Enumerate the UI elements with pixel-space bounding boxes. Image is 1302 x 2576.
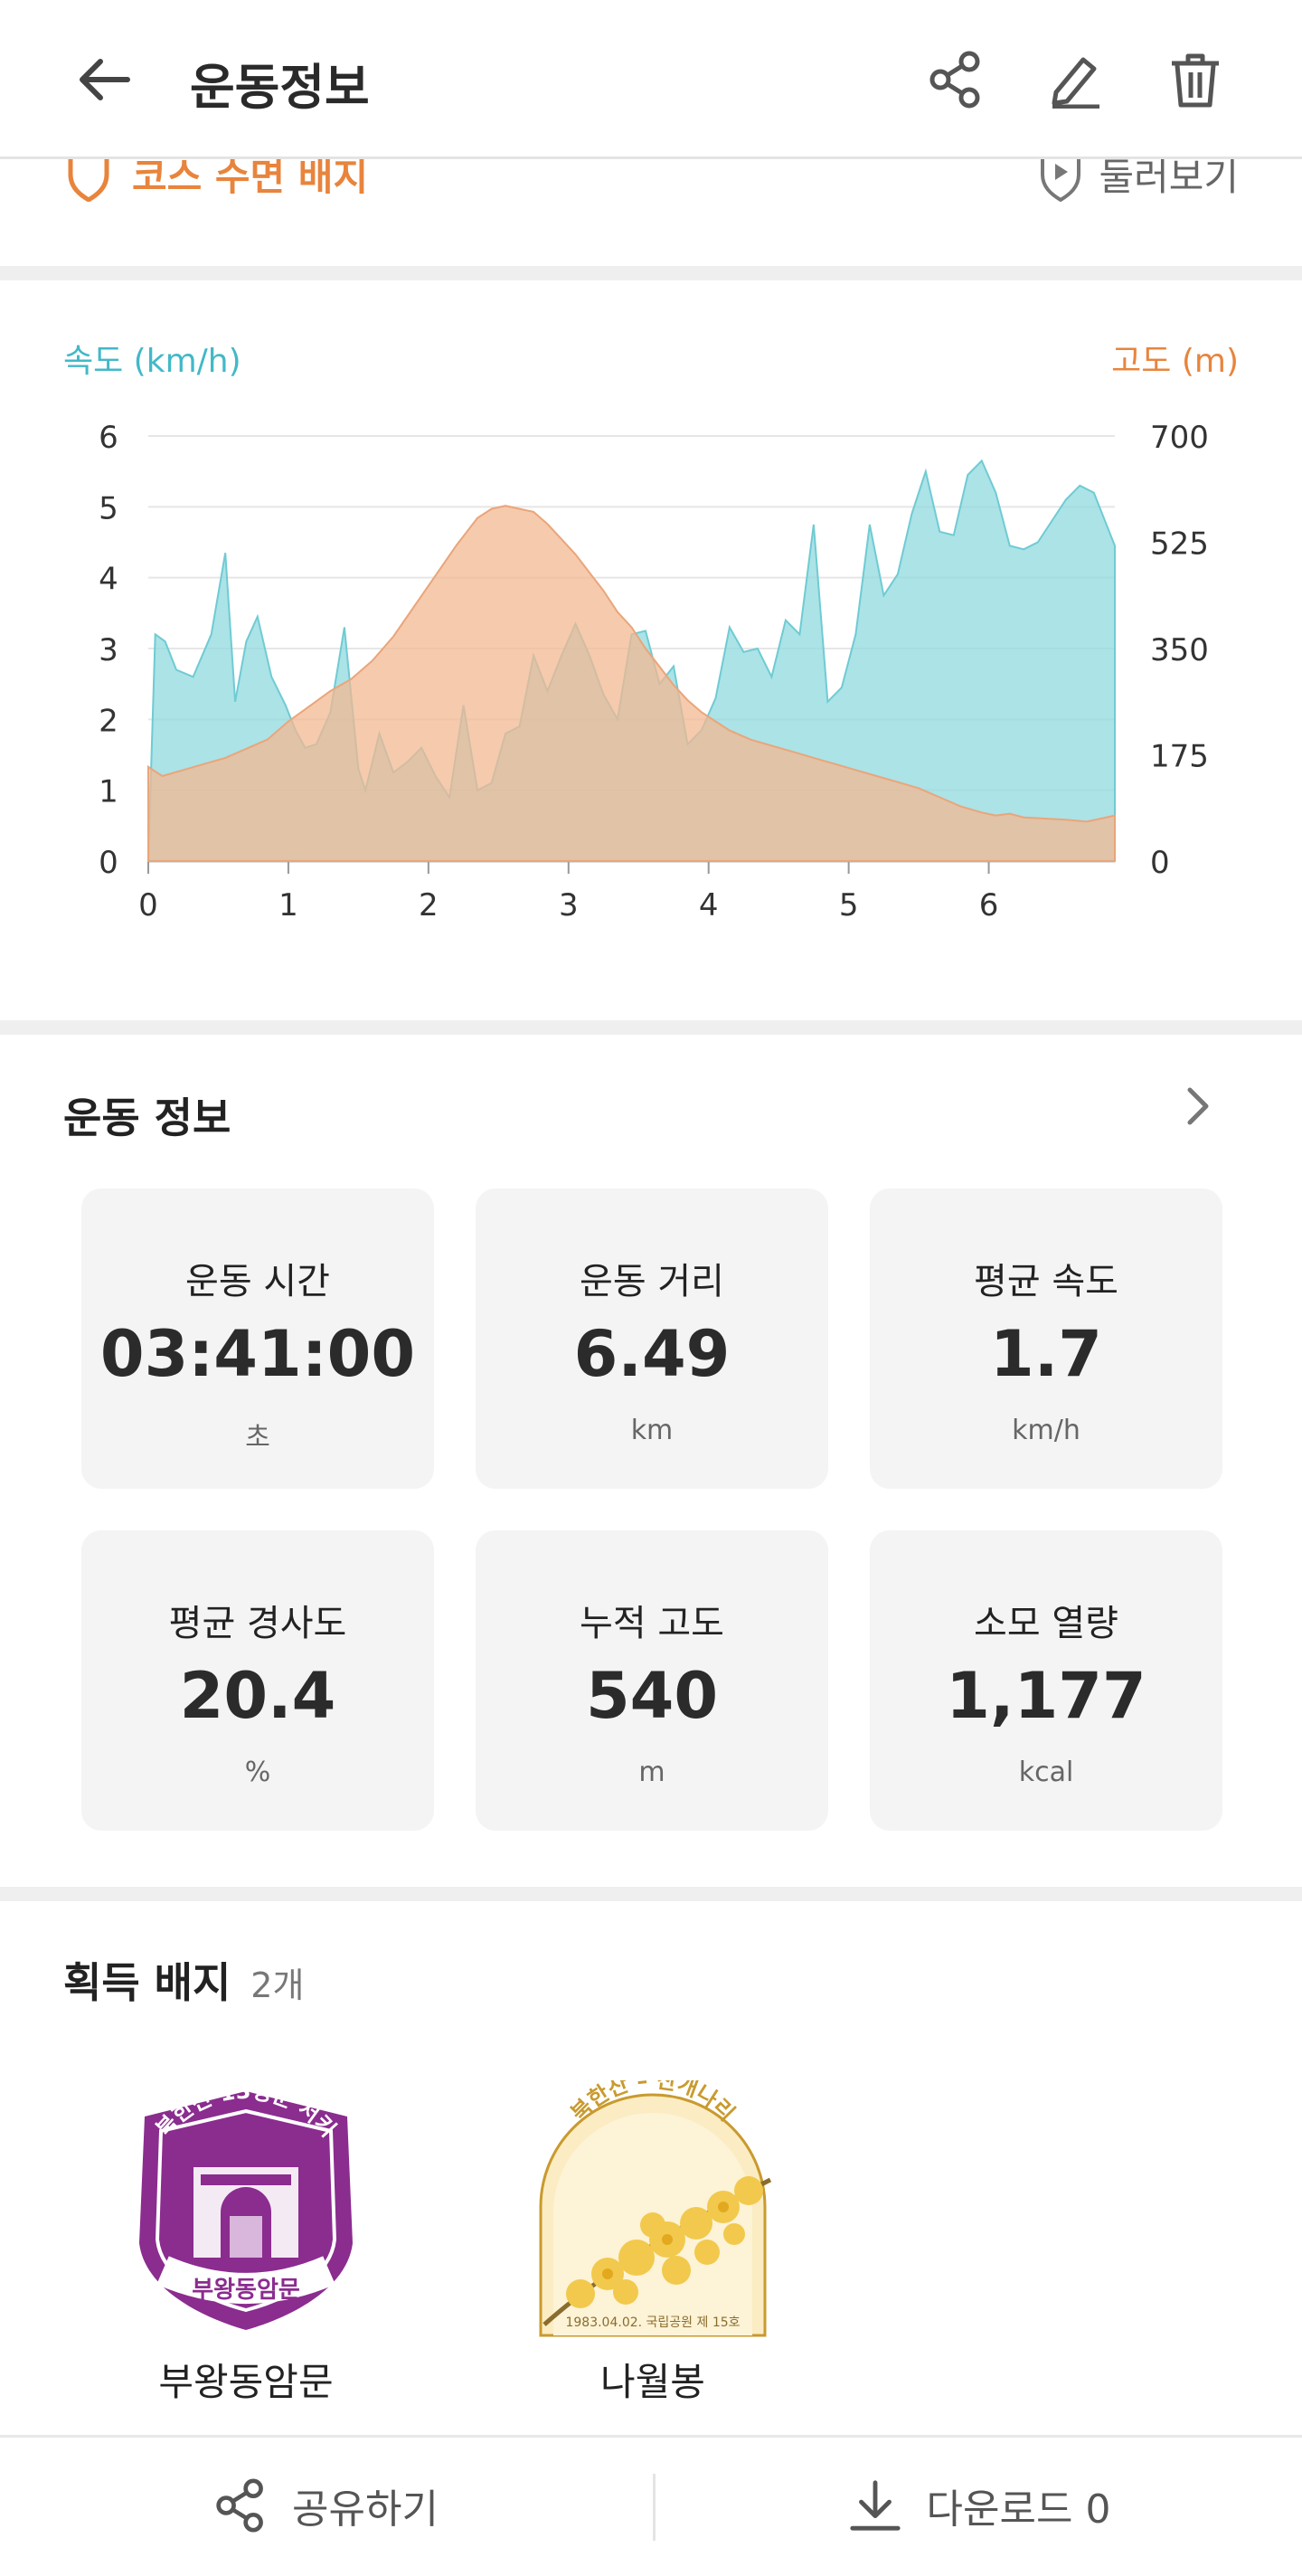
- earned-badges-section: 획득 배지 2개 북한산 13성문 서키 부왕동암문 부왕동암문 북한산 – 산…: [0, 1903, 1302, 2435]
- forsythia-badge-icon: 북한산 – 산개나리 1983.04.02. 국립공원 제 15호: [539, 2068, 772, 2337]
- stat-unit: %: [244, 1757, 271, 1788]
- stat-unit: km/h: [1012, 1415, 1080, 1446]
- course-strip: 코스 수면 배지 둘러보기: [0, 159, 1302, 266]
- stat-value: 6.49: [573, 1317, 731, 1391]
- x-tick-label: 4: [699, 887, 719, 923]
- stat-unit: km: [630, 1415, 674, 1446]
- y-left-tick-label: 6: [99, 420, 118, 456]
- stat-value: 1,177: [946, 1659, 1146, 1733]
- workout-stats-section: 운동 정보 운동 시간 03:41:00 초 운동 거리 6.49 km 평균 속도 1.7 k…: [0, 1037, 1302, 1887]
- course-badge-link[interactable]: 코스 수면 배지: [65, 159, 368, 202]
- y-left-tick-label: 2: [99, 703, 118, 739]
- stat-label: 운동 거리: [580, 1261, 724, 1302]
- download-action-label: 다운로드 0: [926, 2486, 1111, 2533]
- x-tick-label: 6: [979, 887, 999, 923]
- fortress-gate-badge-icon: 북한산 13성문 서키 부왕동암문: [139, 2079, 353, 2330]
- badge-date-text: 1983.04.02. 국립공원 제 15호: [565, 2316, 740, 2330]
- badge-item[interactable]: 북한산 – 산개나리 1983.04.02. 국립공원 제 15호 나월봉: [517, 2068, 788, 2404]
- play-pin-icon: [1041, 159, 1081, 202]
- x-tick-label: 0: [138, 887, 158, 923]
- badges-title-text: 획득 배지: [63, 1958, 231, 2007]
- section-divider: [0, 266, 1302, 280]
- stat-label: 소모 열량: [974, 1603, 1118, 1644]
- download-icon: [849, 2480, 901, 2531]
- delete-button[interactable]: [1159, 43, 1231, 116]
- x-tick-label: 3: [559, 887, 579, 923]
- share-action-button[interactable]: 공유하기: [0, 2438, 653, 2573]
- badge-inner-text: 부왕동암문: [192, 2277, 300, 2304]
- look-around-label: 둘러보기: [1099, 159, 1239, 199]
- stats-title: 운동 정보: [63, 1094, 231, 1142]
- arrow-left-icon: [80, 59, 130, 100]
- y-left-tick-label: 1: [99, 774, 118, 810]
- badges-title: 획득 배지 2개: [63, 1950, 304, 2010]
- badge-item[interactable]: 북한산 13성문 서키 부왕동암문 부왕동암문: [110, 2079, 382, 2404]
- pencil-icon: [1052, 57, 1099, 109]
- stat-unit: m: [638, 1757, 665, 1788]
- stats-detail-button[interactable]: [1175, 1084, 1221, 1129]
- badges-count: 2개: [250, 1965, 305, 2005]
- stat-card: 운동 거리 6.49 km: [476, 1189, 828, 1489]
- stat-card: 소모 열량 1,177 kcal: [870, 1530, 1222, 1831]
- chevron-right-icon: [1187, 1087, 1209, 1125]
- speed-altitude-chart-section: 속도 (km/h) 고도 (m) 0 1 2 3 4 5 6 0 175 350 525 700 0 1 2…: [0, 280, 1302, 1020]
- location-badge-icon: [68, 159, 109, 202]
- page-title: 운동정보: [190, 59, 370, 116]
- share-icon: [929, 51, 980, 109]
- stat-value: 20.4: [179, 1659, 336, 1733]
- x-tick-label: 2: [419, 887, 439, 923]
- speed-altitude-chart: 0 1 2 3 4 5 6 0 175 350 525 700 0 1 2 3 4 5 6: [99, 420, 1209, 923]
- trash-icon: [1172, 53, 1219, 108]
- stat-label: 누적 고도: [580, 1603, 724, 1644]
- y-left-tick-label: 3: [99, 632, 118, 668]
- x-tick-label: 5: [839, 887, 859, 923]
- back-button[interactable]: [69, 43, 141, 116]
- y-left-tick-label: 4: [99, 562, 118, 598]
- share-icon: [216, 2478, 263, 2533]
- course-badge-label: 코스 수면 배지: [132, 159, 369, 199]
- y-left-tick-label: 5: [99, 490, 118, 526]
- section-divider: [0, 1887, 1302, 1901]
- stat-card: 평균 경사도 20.4%: [81, 1530, 434, 1831]
- edit-button[interactable]: [1040, 43, 1112, 116]
- speed-axis-title: 속도 (km/h): [63, 343, 241, 380]
- stat-unit: kcal: [1018, 1757, 1074, 1788]
- badge-name: 부왕동암문: [158, 2360, 334, 2404]
- stat-value: 03:41:00: [99, 1317, 416, 1391]
- stat-label: 평균 속도: [974, 1261, 1118, 1302]
- y-right-tick-label: 175: [1150, 739, 1209, 775]
- stat-value: 1.7: [989, 1317, 1102, 1391]
- stat-label: 운동 시간: [185, 1261, 330, 1302]
- bottom-action-bar: 공유하기 다운로드 0: [0, 2435, 1302, 2576]
- stat-card: 평균 속도 1.7 km/h: [870, 1189, 1222, 1489]
- share-button[interactable]: [920, 43, 993, 116]
- share-action-label: 공유하기: [292, 2486, 439, 2533]
- y-right-tick-label: 350: [1150, 632, 1209, 668]
- stat-card: 운동 시간 03:41:00 초: [81, 1189, 434, 1489]
- y-right-tick-label: 525: [1150, 526, 1209, 563]
- stat-unit: 초: [245, 1422, 270, 1454]
- stat-card: 누적 고도 540 m: [476, 1530, 828, 1831]
- y-right-tick-label: 0: [1150, 845, 1170, 881]
- stat-value: 540: [585, 1659, 719, 1733]
- app-header: 운동정보: [0, 0, 1302, 159]
- x-tick-label: 1: [278, 887, 298, 923]
- look-around-button[interactable]: 둘러보기: [1037, 159, 1239, 202]
- altitude-axis-title: 고도 (m): [1111, 343, 1239, 380]
- download-action-button[interactable]: 다운로드 0: [656, 2438, 1302, 2573]
- badge-name: 나월봉: [600, 2360, 705, 2404]
- section-divider: [0, 1020, 1302, 1035]
- y-right-tick-label: 700: [1150, 420, 1209, 456]
- y-left-tick-label: 0: [99, 845, 118, 881]
- stat-label: 평균 경사도: [168, 1603, 347, 1644]
